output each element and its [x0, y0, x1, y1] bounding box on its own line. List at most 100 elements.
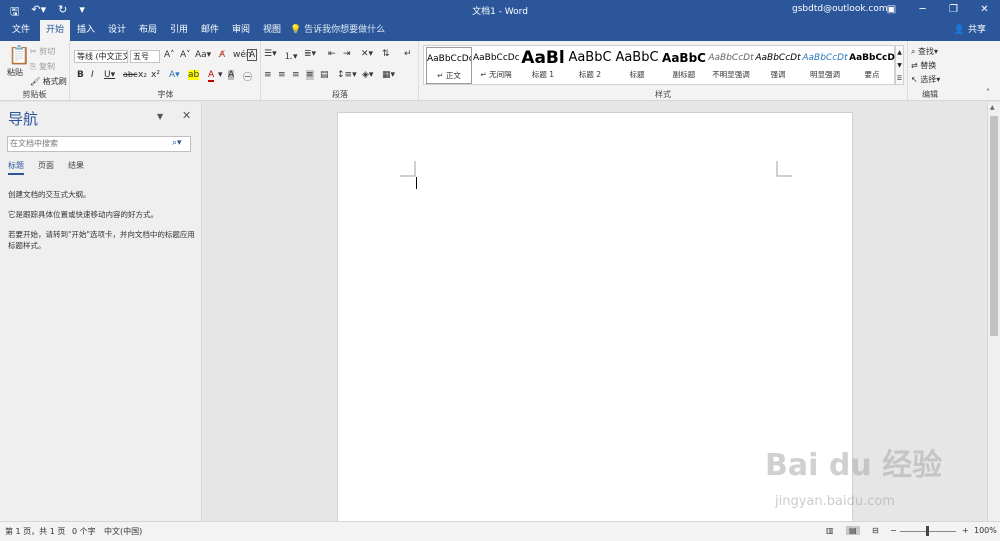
shrink-font-icon[interactable]: A˅ [180, 50, 191, 60]
zoom-out-icon[interactable]: − [890, 526, 897, 535]
paste-label[interactable]: 粘贴 [7, 67, 23, 78]
ribbon-display-icon[interactable]: ▣ [876, 0, 907, 20]
multilevel-list-icon[interactable]: ≣▾ [304, 49, 316, 59]
font-color-dropdown-icon[interactable]: ▾ [218, 70, 223, 80]
account-name[interactable]: gsbdtd@outlook.com [792, 4, 888, 14]
bold-icon[interactable]: B [77, 70, 84, 80]
font-group-label: 字体 [157, 90, 174, 99]
style-normal[interactable]: AaBbCcDc ↵ 正文 [426, 47, 472, 84]
borders-icon[interactable]: ▦▾ [382, 70, 395, 80]
scroll-up-icon[interactable]: ▲ [990, 104, 995, 111]
tab-pages[interactable]: 页面 [38, 160, 54, 175]
shading-icon[interactable]: ◈▾ [362, 70, 373, 80]
sort-icon[interactable]: ⇅ [382, 49, 390, 59]
text-effects-icon[interactable]: A▾ [169, 70, 180, 80]
nav-search-input[interactable]: 在文档中搜索 [7, 136, 191, 152]
tab-view[interactable]: 视图 [257, 20, 287, 41]
print-layout-icon[interactable]: ▤ [846, 526, 860, 535]
restore-icon[interactable]: ❐ [938, 0, 969, 20]
share-button[interactable]: 👤 共享 [954, 20, 986, 41]
tab-file[interactable]: 文件 [6, 20, 36, 41]
minimize-icon[interactable]: ─ [907, 0, 938, 20]
tab-references[interactable]: 引用 [164, 20, 194, 41]
line-spacing-icon[interactable]: ↕≡▾ [337, 70, 357, 80]
watermark-text: Bai du 经验 [765, 448, 943, 483]
character-shading-icon[interactable]: A [228, 70, 235, 80]
lightbulb-icon: 💡 [290, 25, 302, 35]
close-icon[interactable]: ✕ [182, 109, 191, 122]
style-heading-1[interactable]: AaBl 标题 1 [520, 47, 566, 84]
align-right-icon[interactable]: ≡ [292, 70, 300, 80]
tab-layout[interactable]: 布局 [133, 20, 163, 41]
style-title[interactable]: AaBbC 标题 [614, 47, 660, 84]
zoom-in-icon[interactable]: + [962, 526, 969, 535]
tab-insert[interactable]: 插入 [71, 20, 101, 41]
find-button[interactable]: ⌕ 查找▾ [911, 46, 938, 57]
copy-button[interactable]: ⎘ 复制 [30, 61, 55, 72]
style-emphasis[interactable]: AaBbCcDt 强调 [755, 47, 801, 84]
strikethrough-icon[interactable]: abc [123, 70, 137, 79]
search-icon[interactable]: ⌕▾ [172, 138, 182, 148]
word-count[interactable]: 0 个字 [72, 526, 96, 537]
superscript-icon[interactable]: x² [151, 70, 160, 80]
close-icon[interactable]: ✕ [969, 0, 1000, 20]
show-marks-icon[interactable]: ↵ [404, 49, 412, 59]
clipboard-group: 📋 粘贴 ✂ 剪切 ⎘ 复制 🖌 格式刷 剪贴板 [0, 41, 70, 101]
font-name-combo[interactable]: 等线 (中文正文) [74, 50, 128, 63]
tab-results[interactable]: 结果 [68, 160, 84, 175]
collapse-ribbon-icon[interactable]: ˄ [986, 88, 990, 97]
zoom-level[interactable]: 100% [974, 526, 997, 535]
window-controls: ▣ ─ ❐ ✕ [876, 0, 1000, 20]
tell-me-box[interactable]: 💡 告诉我你想要做什么 [290, 20, 385, 41]
bullets-icon[interactable]: ☰▾ [264, 49, 277, 59]
font-size-combo[interactable]: 五号 [130, 50, 160, 63]
align-center-icon[interactable]: ≡ [278, 70, 286, 80]
replace-button[interactable]: ⇄ 替换 [911, 60, 936, 71]
tab-headings[interactable]: 标题 [8, 160, 24, 175]
paragraph-group-label: 段落 [332, 90, 348, 99]
distributed-icon[interactable]: ▤ [320, 70, 329, 80]
format-painter-button[interactable]: 🖌 格式刷 [30, 76, 67, 87]
justify-icon[interactable]: ≡ [306, 70, 314, 80]
highlight-icon[interactable]: ab [188, 70, 200, 80]
italic-icon[interactable]: I [91, 70, 94, 80]
scroll-thumb[interactable] [990, 116, 998, 336]
language-indicator[interactable]: 中文(中国) [104, 526, 142, 537]
style-no-spacing[interactable]: AaBbCcDc ↵ 无间隔 [473, 47, 519, 84]
vertical-scrollbar[interactable]: ▲ [987, 102, 1000, 521]
select-button[interactable]: ↖ 选择▾ [911, 74, 940, 85]
pane-options-icon[interactable]: ▼ [157, 112, 163, 121]
clear-formatting-icon[interactable]: A̸ [219, 50, 225, 60]
tab-mailings[interactable]: 邮件 [195, 20, 225, 41]
editing-group: ⌕ 查找▾ ⇄ 替换 ↖ 选择▾ 编辑 [908, 41, 952, 101]
tab-home[interactable]: 开始 [40, 20, 71, 41]
underline-icon[interactable]: U▾ [104, 70, 115, 80]
change-case-icon[interactable]: Aa▾ [195, 50, 211, 60]
tab-review[interactable]: 审阅 [226, 20, 256, 41]
font-color-icon[interactable]: A [208, 70, 215, 82]
subscript-icon[interactable]: x₂ [138, 70, 147, 80]
style-heading-2[interactable]: AaBbC 标题 2 [567, 47, 613, 84]
decrease-indent-icon[interactable]: ⇤ [328, 49, 336, 59]
style-subtitle[interactable]: AaBbC 副标题 [661, 47, 707, 84]
align-left-icon[interactable]: ≡ [264, 70, 272, 80]
character-border-icon[interactable]: A [247, 49, 258, 61]
paste-icon[interactable]: 📋 [8, 45, 30, 66]
tab-design[interactable]: 设计 [102, 20, 132, 41]
nav-help-line-1: 创建文档的交互式大纲。 [8, 190, 91, 199]
page-count[interactable]: 第 1 页，共 1 页 [5, 526, 65, 537]
styles-gallery-scroll[interactable]: ▲ ▼ ☰ [895, 45, 904, 85]
cut-button[interactable]: ✂ 剪切 [30, 46, 55, 57]
chinese-layout-icon[interactable]: ✕▾ [361, 49, 373, 59]
zoom-slider-thumb[interactable] [926, 526, 929, 536]
style-subtle-emphasis[interactable]: AaBbCcDt 不明显强调 [708, 47, 754, 84]
styles-gallery: AaBbCcDc ↵ 正文 AaBbCcDc ↵ 无间隔 AaBl 标题 1 A… [423, 45, 895, 85]
style-intense-emphasis[interactable]: AaBbCcDt 明显强调 [802, 47, 848, 84]
numbering-icon[interactable]: ⒈▾ [284, 49, 298, 62]
increase-indent-icon[interactable]: ⇥ [343, 49, 351, 59]
web-layout-icon[interactable]: ⊟ [872, 526, 879, 535]
style-strong[interactable]: AaBbCcD 要点 [849, 47, 895, 84]
read-mode-icon[interactable]: ▥ [826, 526, 834, 535]
grow-font-icon[interactable]: A˄ [164, 50, 175, 60]
enclosed-character-icon[interactable]: ㊀ [243, 70, 252, 83]
